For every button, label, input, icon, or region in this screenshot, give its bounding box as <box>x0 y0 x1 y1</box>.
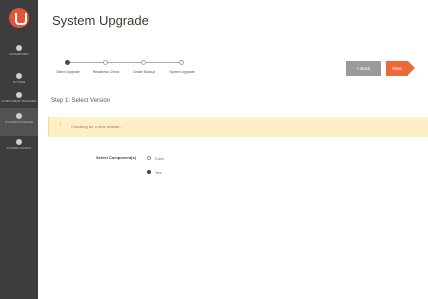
warning-icon: ! <box>60 122 62 128</box>
step-dot-create-backup <box>141 60 146 65</box>
sidebar: DASHBOARD SYSTEM COMPONENT MANAGER SYSTE… <box>0 0 38 299</box>
sidebar-item-system-upgrade[interactable]: SYSTEM UPGRADE <box>0 108 38 136</box>
step-heading: Step 1: Select Version <box>51 98 111 104</box>
sidebar-item-label: COMPONENT MANAGER <box>1 99 37 103</box>
notice-text: Checking for a new version... <box>71 123 123 129</box>
step-label-create-backup: Create Backup <box>132 70 156 74</box>
radio-label: Core <box>155 155 164 161</box>
step-dot-select-upgrade <box>65 60 70 65</box>
progress-stepper: Select Upgrade Readiness Check Create Ba… <box>56 58 210 88</box>
dashboard-icon <box>16 45 22 51</box>
back-button[interactable]: < Back <box>346 61 381 76</box>
step-label-readiness-check: Readiness Check <box>92 70 120 74</box>
sidebar-item-system-config[interactable]: SYSTEM CONFIG <box>0 134 38 162</box>
radio-label: Yes <box>155 169 162 175</box>
step-label-system-upgrade: System Upgrade <box>169 70 195 74</box>
next-button-arrow[interactable] <box>408 61 415 75</box>
notice-banner: ! Checking for a new version... <box>48 117 428 137</box>
page-title: System Upgrade <box>52 13 149 28</box>
step-dot-readiness-check <box>103 60 108 65</box>
component-manager-icon <box>16 92 22 98</box>
sidebar-item-label: SYSTEM CONFIG <box>6 146 32 150</box>
select-component-label: Select Component(s) <box>96 155 137 160</box>
main-content: System Upgrade Select Upgrade Readiness … <box>38 0 428 299</box>
system-upgrade-icon <box>16 113 22 119</box>
system-icon <box>16 73 22 79</box>
sidebar-item-label: SYSTEM UPGRADE <box>4 120 33 124</box>
sidebar-item-dashboard[interactable]: DASHBOARD <box>0 40 38 68</box>
sidebar-item-label: SYSTEM <box>12 80 26 84</box>
step-label-select-upgrade: Select Upgrade <box>56 70 80 74</box>
next-button[interactable]: Next <box>386 61 408 76</box>
sidebar-item-label: DASHBOARD <box>9 52 29 56</box>
stepper-line <box>67 62 181 63</box>
radio-button[interactable] <box>147 156 151 160</box>
radio-button-checked[interactable] <box>147 170 151 174</box>
gear-icon <box>16 139 22 145</box>
step-dot-system-upgrade <box>179 60 184 65</box>
magento-logo-icon[interactable] <box>9 8 29 28</box>
